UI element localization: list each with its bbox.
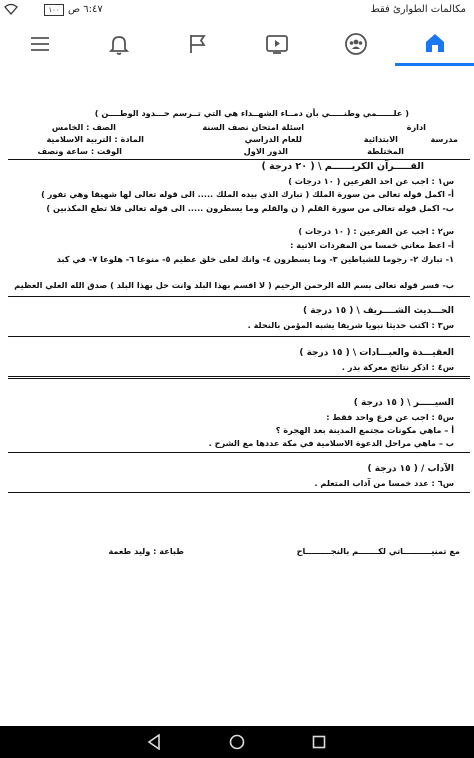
question-2a: أ- اعط معاني خمسا من المفردات الاتية : xyxy=(290,240,454,250)
adab-heading: الآداب / ( ١٥ درجة ) xyxy=(367,464,454,474)
exam-title: اسئلة امتحان نصف السنة xyxy=(202,122,304,132)
grade-label: الصف : الخامس xyxy=(51,122,116,132)
question-2b: ب- فسر قوله تعالى بسم الله الرحمن الرحيم… xyxy=(14,280,454,290)
divider xyxy=(8,296,470,297)
status-time: ٦:٤٧ ص xyxy=(68,4,103,15)
home-icon xyxy=(425,33,444,52)
bell-icon xyxy=(108,36,129,55)
back-icon xyxy=(147,734,160,750)
recents-icon xyxy=(312,735,326,749)
nav-pages[interactable] xyxy=(158,22,237,66)
school-label: مدرسة xyxy=(430,134,458,144)
question-5: س٥ : اجب عن فرع واحد فقط : xyxy=(326,412,454,422)
question-3: س٣ : اكتب حديثا نبويا شريفا يشبه المؤمن … xyxy=(247,320,454,330)
nav-menu[interactable] xyxy=(0,22,79,66)
battery-icon: ١٠٠ xyxy=(44,4,64,16)
home-circle-icon xyxy=(229,734,245,750)
system-nav-bar xyxy=(0,726,474,758)
nav-home[interactable] xyxy=(395,22,474,66)
admin-label: ادارة xyxy=(406,122,426,132)
hadith-heading: الحـــديث الشــــريف \ ( ١٥ درجة ) xyxy=(303,306,454,316)
seera-heading: السيـــــر \ ( ١٥ درجة ) xyxy=(353,398,454,408)
question-1b: ب- اكمل قوله تعالى من سورة القلم ( ن وال… xyxy=(46,203,454,213)
aqeeda-heading: العقيـــدة والعبـــادات \ ( ١٥ درجة ) xyxy=(299,348,454,358)
exam-document: ( علــــــمي وطنـــــي بأن دمــاء الشهــ… xyxy=(0,66,474,726)
round-label: الدور الاول xyxy=(243,146,288,156)
question-1a: أ- اكمل قوله تعالى من سورة الملك ( تبارك… xyxy=(41,189,454,199)
nav-notifications[interactable] xyxy=(79,22,158,66)
divider xyxy=(8,492,470,493)
closing-wish: مع تمنيــــــــــاتي لكـــــــم بالنجـــ… xyxy=(296,546,460,556)
motto-line: ( علــــــمي وطنـــــي بأن دمــاء الشهــ… xyxy=(94,108,409,118)
question-2a-words: ١- تبارك ٢- رجوما للشياطين ٣- وما يسطرون… xyxy=(56,254,454,264)
question-4: س٤ : اذكر نتائج معركة بدر . xyxy=(341,362,454,372)
mixed-label: المختلطة xyxy=(367,146,404,156)
groups-icon xyxy=(344,33,367,55)
top-nav xyxy=(0,22,474,67)
question-1: س١ : اجب عن احد الفرعين ( ١٠ درجات ) xyxy=(288,176,454,186)
status-title: مكالمات الطوارئ فقط xyxy=(370,4,466,15)
quran-heading: القـــــرآن الكريــــــم \ ( ٢٠ درجة ) xyxy=(261,161,425,172)
typist-credit: طباعة : وليد طعمة xyxy=(108,546,184,556)
time-label: الوقت : ساعة ونصف xyxy=(37,146,122,156)
nav-video[interactable] xyxy=(237,22,316,66)
home-button[interactable] xyxy=(227,732,247,752)
divider xyxy=(8,336,470,337)
question-2: س٢ : اجب عن الفرعين : ( ١٠ درجات ) xyxy=(298,226,454,236)
year-label: للعام الدراسي xyxy=(244,134,302,144)
status-bar: مكالمات الطوارئ فقط ١٠٠ ٦:٤٧ ص xyxy=(0,0,474,22)
divider xyxy=(8,159,470,160)
back-button[interactable] xyxy=(144,732,164,752)
question-5a: أ – ماهي مكونات مجتمع المدينة بعد الهجرة… xyxy=(275,425,454,435)
menu-icon xyxy=(30,37,49,51)
subject-label: المادة : التربية الاسلامية xyxy=(46,134,144,144)
question-6: س٦ : عدد خمسا من آداب المتعلم . xyxy=(314,478,454,488)
flag-icon xyxy=(189,35,206,53)
nav-groups[interactable] xyxy=(316,22,395,66)
divider xyxy=(8,452,470,453)
recents-button[interactable] xyxy=(309,732,329,752)
school-type: الابتدائية xyxy=(363,134,398,144)
video-icon xyxy=(265,35,288,54)
divider xyxy=(8,376,470,379)
question-5b: ب – ماهي مراحل الدعوة الاسلامية في مكة ع… xyxy=(208,438,454,448)
wifi-icon xyxy=(4,3,18,18)
